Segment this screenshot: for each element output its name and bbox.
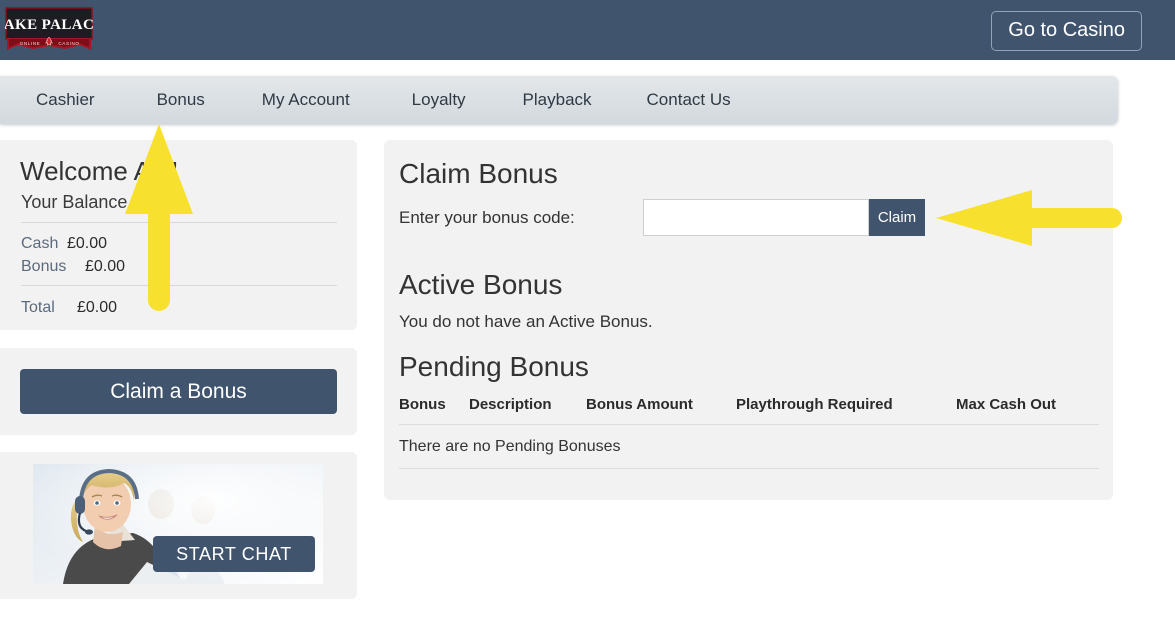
balance-label-total: Total: [21, 299, 55, 316]
balance-value-cash: £0.00: [67, 235, 108, 252]
pending-bonus-heading: Pending Bonus: [399, 351, 589, 382]
balance-label-bonus: Bonus: [21, 258, 67, 275]
claim-bonus-heading: Claim Bonus: [399, 158, 558, 189]
nav-item-bonus[interactable]: Bonus: [157, 90, 205, 110]
nav-item-cashier[interactable]: Cashier: [36, 90, 95, 110]
svg-text:CASINO: CASINO: [58, 41, 79, 46]
lake-palace-logo[interactable]: LAKE PALACE ONLINE CASINO: [5, 7, 93, 52]
nav-item-my-account[interactable]: My Account: [262, 90, 350, 110]
balance-row-bonus: Bonus £0.00: [21, 258, 125, 276]
active-bonus-heading: Active Bonus: [399, 269, 563, 300]
nav-item-loyalty[interactable]: Loyalty: [412, 90, 466, 110]
column-header-playthrough-required: Playthrough Required: [736, 396, 956, 425]
active-bonus-empty-text: You do not have an Active Bonus.: [399, 312, 653, 331]
site-header: LAKE PALACE ONLINE CASINO Go to Casino: [0, 0, 1175, 60]
column-header-bonus: Bonus: [399, 396, 469, 425]
bonus-code-label: Enter your bonus code:: [399, 208, 575, 227]
column-header-description: Description: [469, 396, 586, 425]
column-header-bonus-amount: Bonus Amount: [586, 396, 736, 425]
balance-row-cash: Cash £0.00: [21, 235, 107, 253]
go-to-casino-button[interactable]: Go to Casino: [991, 11, 1142, 51]
claim-code-button[interactable]: Claim: [869, 199, 925, 236]
nav-item-contact-us[interactable]: Contact Us: [647, 90, 731, 110]
balance-row-total: Total £0.00: [21, 299, 117, 317]
claim-a-bonus-button[interactable]: Claim a Bonus: [20, 369, 337, 414]
page-root: LAKE PALACE ONLINE CASINO Go to Casino C…: [0, 0, 1175, 621]
start-chat-button[interactable]: START CHAT: [153, 536, 315, 572]
main-navigation: Cashier Bonus My Account Loyalty Playbac…: [0, 76, 1118, 124]
balance-label-cash: Cash: [21, 235, 59, 252]
balance-divider-bottom: [21, 285, 337, 286]
column-header-max-cash-out: Max Cash Out: [956, 396, 1099, 425]
balance-value-bonus: £0.00: [85, 258, 126, 275]
bonus-code-input[interactable]: [643, 199, 869, 236]
svg-text:LAKE PALACE: LAKE PALACE: [5, 17, 93, 33]
your-balance-label: Your Balance: [21, 192, 128, 212]
nav-item-playback[interactable]: Playback: [523, 90, 592, 110]
table-row: There are no Pending Bonuses: [399, 424, 1099, 469]
balance-divider-top: [21, 222, 337, 223]
welcome-message: Welcome A n!: [20, 156, 179, 186]
svg-text:ONLINE: ONLINE: [20, 41, 41, 46]
pending-bonus-empty-message: There are no Pending Bonuses: [399, 424, 1099, 469]
pending-bonus-table: Bonus Description Bonus Amount Playthrou…: [399, 396, 1099, 469]
table-header-row: Bonus Description Bonus Amount Playthrou…: [399, 396, 1099, 425]
balance-value-total: £0.00: [77, 299, 118, 316]
